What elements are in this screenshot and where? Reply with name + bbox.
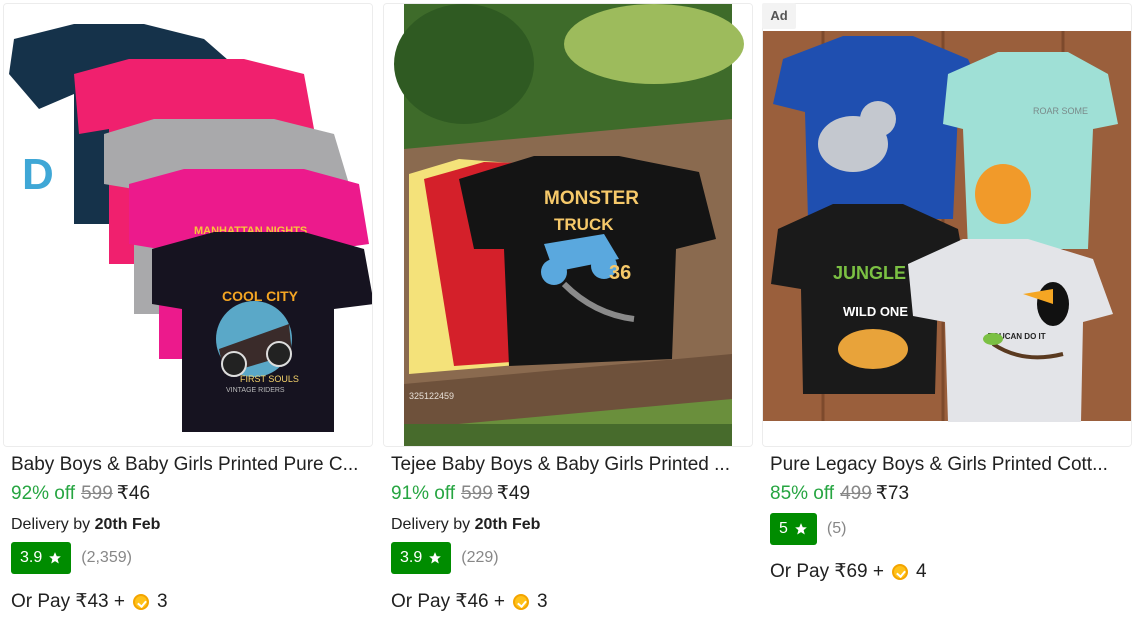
rating-value: 3.9 — [400, 549, 423, 566]
delivery-info: Delivery by 20th Feb — [391, 515, 540, 535]
rating-row: 5 (5) — [770, 513, 846, 545]
shirt-print-text: D — [22, 150, 54, 199]
price-row: 85% off 499 ₹73 — [770, 482, 909, 506]
rating-row: 3.9 (229) — [391, 542, 499, 574]
supercoin-icon — [892, 564, 908, 580]
supercoin-offer: Or Pay ₹69 + 4 — [770, 560, 927, 584]
product-grid: D MANHATTAN NIGHTS COOL CITY FIRST SOULS… — [0, 0, 1138, 622]
rating-row: 3.9 (2,359) — [11, 542, 132, 574]
delivery-label: Delivery by — [391, 516, 471, 533]
rating-badge: 3.9 — [391, 542, 452, 574]
delivery-date: 20th Feb — [474, 516, 541, 533]
shirt-print-text: ROAR SOME — [1033, 106, 1088, 116]
selling-price: ₹73 — [875, 483, 910, 504]
shirt-print-text: 36 — [609, 262, 631, 284]
star-icon — [795, 523, 807, 535]
star-icon — [49, 552, 62, 564]
supercoin-offer: Or Pay ₹46 + 3 — [391, 590, 548, 614]
shirt-print-text: MONSTER — [544, 188, 639, 209]
product-title[interactable]: Tejee Baby Boys & Baby Girls Printed ... — [391, 453, 743, 477]
watermark-text: 325122459 — [409, 391, 454, 401]
pay-text: Or Pay ₹43 + — [11, 591, 125, 612]
product-card[interactable]: D MANHATTAN NIGHTS COOL CITY FIRST SOULS… — [3, 0, 373, 622]
product-title[interactable]: Baby Boys & Baby Girls Printed Pure C... — [11, 453, 363, 477]
product-card[interactable]: ROAR SOME JUNGLE WILD ONE TOUCAN DO IT A… — [762, 0, 1132, 622]
shirt-print-text: FIRST SOULS — [240, 374, 299, 384]
price-row: 91% off 599 ₹49 — [391, 482, 530, 506]
supercoin-icon — [513, 594, 529, 610]
delivery-label: Delivery by — [11, 516, 91, 533]
supercoin-offer: Or Pay ₹43 + 3 — [11, 590, 168, 614]
pay-text: Or Pay ₹69 + — [770, 561, 884, 582]
original-price: 599 — [81, 483, 113, 504]
discount-percent: 85% off — [770, 483, 835, 504]
coin-count: 3 — [157, 591, 168, 612]
shirt-print-text: VINTAGE RIDERS — [226, 387, 285, 394]
product-card[interactable]: MONSTER TRUCK 36 325122459 Tejee Baby Bo… — [383, 0, 753, 622]
discount-percent: 91% off — [391, 483, 456, 504]
supercoin-icon — [133, 594, 149, 610]
price-row: 92% off 599 ₹46 — [11, 482, 150, 506]
rating-count: (229) — [461, 549, 499, 566]
product-image[interactable]: MONSTER TRUCK 36 325122459 — [383, 3, 753, 447]
shirt-print-text: WILD ONE — [843, 304, 908, 319]
shirt-print-text: COOL CITY — [222, 288, 299, 304]
rating-badge: 3.9 — [11, 542, 72, 574]
product-image[interactable]: ROAR SOME JUNGLE WILD ONE TOUCAN DO IT — [762, 3, 1132, 447]
product-image[interactable]: D MANHATTAN NIGHTS COOL CITY FIRST SOULS… — [3, 3, 373, 447]
selling-price: ₹46 — [116, 483, 151, 504]
discount-percent: 92% off — [11, 483, 76, 504]
original-price: 599 — [461, 483, 493, 504]
pay-text: Or Pay ₹46 + — [391, 591, 505, 612]
delivery-date: 20th Feb — [94, 516, 161, 533]
rating-value: 5 — [779, 520, 788, 537]
product-title[interactable]: Pure Legacy Boys & Girls Printed Cott... — [770, 453, 1122, 477]
rating-value: 3.9 — [20, 549, 43, 566]
star-icon — [429, 552, 442, 564]
selling-price: ₹49 — [496, 483, 531, 504]
rating-count: (5) — [826, 520, 847, 537]
shirt-print-text: JUNGLE — [833, 263, 906, 283]
coin-count: 3 — [537, 591, 548, 612]
coin-count: 4 — [916, 561, 927, 582]
rating-count: (2,359) — [81, 549, 132, 566]
delivery-info: Delivery by 20th Feb — [11, 515, 160, 535]
ad-label: Ad — [762, 3, 796, 29]
original-price: 499 — [840, 483, 872, 504]
shirt-print-text: TRUCK — [554, 215, 614, 234]
rating-badge: 5 — [770, 513, 817, 545]
